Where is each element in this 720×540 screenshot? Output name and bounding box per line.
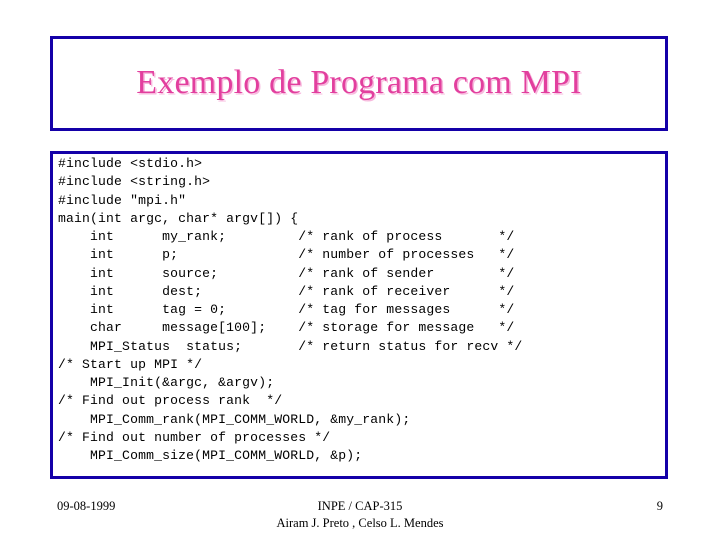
code-listing-text: #include <stdio.h> #include <string.h> #… [58, 156, 523, 463]
footer-page-number: 9 [656, 499, 663, 513]
slide-canvas: Exemplo de Programa com MPI #include <st… [0, 0, 720, 540]
slide-footer: 09-08-1999 INPE / CAP-315 Airam J. Preto… [0, 494, 720, 540]
footer-authors: Airam J. Preto , Celso L. Mendes [276, 516, 444, 530]
slide-title-box: Exemplo de Programa com MPI [50, 36, 668, 131]
page-title: Exemplo de Programa com MPI [136, 63, 582, 101]
code-listing-box: #include <stdio.h> #include <string.h> #… [50, 151, 668, 479]
